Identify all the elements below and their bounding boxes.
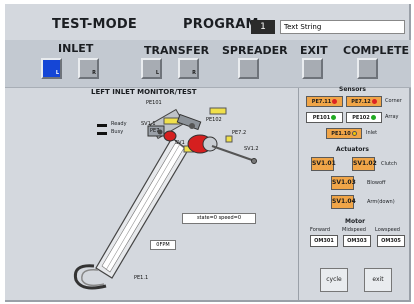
label-pe72: PE7.2	[232, 130, 247, 136]
exit-control-button[interactable]: exit	[364, 268, 392, 292]
mode-title: TEST-MODE	[52, 17, 137, 32]
actuators-title: Actuators	[336, 146, 369, 153]
complete-button[interactable]	[357, 58, 378, 79]
label-sv12: SV1.2	[244, 146, 259, 152]
label-pe102: PE102	[206, 117, 222, 123]
sensors-title: Sensors	[339, 86, 366, 93]
lowspeed-label: Lowspeed	[375, 227, 400, 233]
conveyor-diagram	[73, 107, 257, 290]
label-sv1: SV1	[175, 140, 185, 146]
status-dot-icon	[332, 99, 338, 104]
exit-button[interactable]	[302, 58, 323, 79]
spreader-button[interactable]	[238, 58, 259, 79]
actuator-sv103[interactable]: SV1.03	[331, 176, 356, 190]
actuator-sv101[interactable]: SV1.01	[311, 157, 336, 171]
inlet-left-button[interactable]: L	[41, 58, 62, 79]
program-label: PROGRAM	[183, 17, 259, 32]
app-window: TEST-MODE PROGRAM 1 Text String INLET TR…	[0, 0, 414, 304]
array-label: Array	[385, 114, 399, 120]
label-sv11: SV1.1	[141, 121, 156, 127]
program-number[interactable]: 1	[251, 20, 275, 34]
inlet-conveyor	[95, 137, 189, 279]
motor-om303[interactable]: OM303	[343, 235, 371, 247]
status-dot-icon	[371, 99, 377, 104]
motor-om305[interactable]: OM305	[377, 235, 405, 247]
motor-title: Motor	[345, 218, 366, 225]
actuator-sv104[interactable]: SV1.04	[331, 195, 356, 209]
tab-spreader[interactable]: SPREADER	[222, 44, 288, 57]
cycle-button[interactable]: cycle	[320, 268, 348, 292]
corner-label: Corner	[385, 98, 402, 104]
label-pe101: PE101	[146, 100, 162, 106]
fpm-readout: 0FPM	[150, 240, 176, 250]
tab-transfer[interactable]: TRANSFER	[144, 44, 209, 57]
midspeed-label: Midspeed	[342, 227, 366, 233]
actuator-sv102[interactable]: SV1.02	[352, 157, 377, 171]
inlet-label: Inlet	[366, 130, 378, 136]
status-dot-icon	[351, 131, 357, 136]
sensor-pe712[interactable]: PE7.12	[346, 96, 382, 107]
sensor-pe102[interactable]: PE102	[346, 112, 382, 123]
transfer-right-button[interactable]: R	[178, 58, 199, 79]
status-dot-icon	[331, 115, 337, 120]
tab-complete[interactable]: COMPLETE	[343, 44, 409, 57]
sensor-pe110[interactable]: PE1.10	[326, 128, 362, 139]
blowoff-label: Blowoff	[367, 180, 386, 186]
clutch-label: Clutch	[381, 161, 397, 167]
sensor-pe101[interactable]: PE101	[306, 112, 343, 123]
motor-om301[interactable]: OM301	[310, 235, 338, 247]
arm-label: Arm(down)	[367, 199, 395, 205]
forward-label: Forward	[310, 227, 331, 233]
transfer-left-button[interactable]: L	[141, 58, 162, 79]
status-dot-icon	[370, 115, 376, 120]
label-pe11: PE1.1	[134, 275, 149, 281]
program-text-field[interactable]: Text String	[280, 20, 405, 34]
tab-inlet[interactable]: INLET	[58, 42, 93, 55]
monitor-title: LEFT INLET MONITOR/TEST	[91, 88, 197, 96]
sensor-pe711[interactable]: PE7.11	[306, 96, 343, 107]
tab-exit[interactable]: EXIT	[300, 44, 328, 57]
label-pe7: PE7	[150, 128, 160, 134]
inlet-right-button[interactable]: R	[78, 58, 99, 79]
state-readout: state=0 speed=0	[182, 213, 256, 224]
